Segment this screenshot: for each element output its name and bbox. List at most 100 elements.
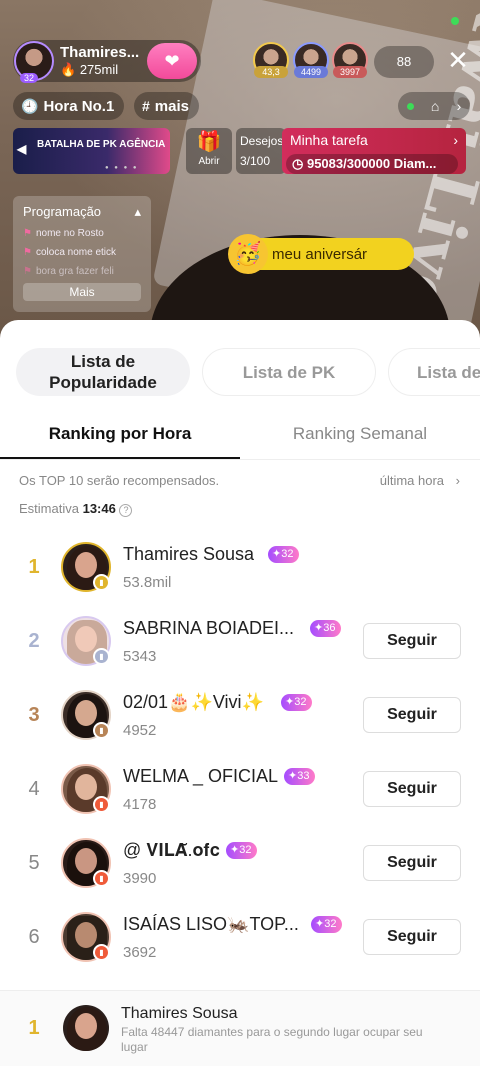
task-progress: 95083/300000 Diam... <box>306 156 437 171</box>
top-viewer-1-level: 43,3 <box>254 66 288 78</box>
score: 3692 <box>123 944 157 961</box>
rank-medal-icon: ▮ <box>93 574 110 591</box>
follow-button[interactable]: Seguir <box>363 771 461 807</box>
chevron-right-icon: › <box>455 473 460 488</box>
program-panel[interactable]: Programação ▴ ⚑ nome no Rosto ⚑ coloca nom… <box>13 196 151 312</box>
username: Thamires Sousa <box>123 544 255 564</box>
birthday-text: meu aniversár <box>272 245 368 263</box>
level-badge: ✦32 <box>268 546 300 563</box>
tab-divider <box>0 459 480 460</box>
follow-button[interactable]: Seguir <box>363 845 461 881</box>
wish-label: Desejos <box>240 134 284 148</box>
host-level-badge: 32 <box>20 73 39 83</box>
score: 3990 <box>123 870 157 887</box>
follow-button[interactable]: Seguir <box>363 623 461 659</box>
rank-number: 5 <box>28 852 40 874</box>
chevron-left-icon: ◀ <box>17 142 27 156</box>
wish-box[interactable]: Desejos 3/100 <box>236 128 286 174</box>
follow-button[interactable]: Seguir <box>363 697 461 733</box>
tab-pk-list[interactable]: Lista de PK <box>202 348 376 396</box>
level-badge: ✦32 <box>311 916 343 933</box>
rank-number: 2 <box>28 630 40 652</box>
live-dot-icon <box>406 102 414 110</box>
pk-banner-text: BATALHA DE PK AGÊNCIA <box>37 139 166 150</box>
clock-icon: 🕘 <box>21 97 39 114</box>
home-icon: ⌂ <box>430 98 440 114</box>
hashtag-icon: # <box>142 98 150 114</box>
username: 02/01🎂✨Vivi✨ <box>123 692 264 712</box>
ranking-row[interactable]: 4 ▮ WELMA _ OFICIAL ✦33 4178 Seguir <box>0 764 480 838</box>
gift-icon: 🎁 <box>196 131 222 153</box>
level-badge: ✦36 <box>310 620 342 637</box>
rank-medal-icon: ▮ <box>93 722 110 739</box>
online-indicator-icon <box>451 17 459 25</box>
ranking-row[interactable]: 3 ▮ 02/01🎂✨Vivi✨ ✦32 4952 Seguir <box>0 690 480 764</box>
gift-label: Abrir <box>198 156 220 167</box>
tab-other-list[interactable]: Lista de <box>388 348 480 396</box>
program-title: Programação <box>23 204 102 219</box>
my-avatar[interactable] <box>63 1005 109 1051</box>
host-name: Thamires... <box>60 44 140 61</box>
chevron-right-icon: › <box>456 98 462 114</box>
tab-weekly-ranking[interactable]: Ranking Semanal <box>240 420 480 458</box>
chevron-right-icon: › <box>453 132 458 148</box>
rank-number: 3 <box>28 704 40 726</box>
host-avatar[interactable]: 32 <box>14 41 54 83</box>
score: 53.8mil <box>123 574 172 591</box>
follow-host-button[interactable]: ❤ <box>147 43 197 79</box>
my-username: Thamires Sousa <box>121 1005 238 1022</box>
follow-button[interactable]: Seguir <box>363 919 461 955</box>
gift-box[interactable]: 🎁 Abrir <box>186 128 232 174</box>
rank-number: 6 <box>28 926 40 948</box>
score: 4952 <box>123 722 157 739</box>
program-item: ⚑ coloca nome etick <box>23 247 117 258</box>
caret-up-icon[interactable]: ▴ <box>134 204 141 220</box>
carousel-dots: ● ● ● ● <box>105 165 139 171</box>
rank-medal-icon: ▮ <box>93 944 110 961</box>
birthday-banner[interactable]: 🥳 meu aniversár <box>228 234 414 274</box>
username: SABRINA BOIADEI... <box>123 618 295 638</box>
tab-hourly-ranking[interactable]: Ranking por Hora <box>0 420 240 458</box>
viewer-count[interactable]: 88 <box>374 46 434 78</box>
hour-rank-chip[interactable]: 🕘 Hora No.1 <box>13 92 125 120</box>
flame-icon: 🔥 <box>60 62 77 77</box>
ranking-row[interactable]: 6 ▮ ISAÍAS LISO🦗TOP... ✦32 3692 Seguir <box>0 912 480 986</box>
program-item: ⚑ nome no Rosto <box>23 228 104 239</box>
host-fans: 🔥 275mil <box>60 62 119 77</box>
username: @ 𝐕𝐈𝐋𝐀̆.𝐨𝐟𝐜 <box>123 840 220 860</box>
flag-icon: ⚑ <box>23 247 32 258</box>
tab-popularity-list[interactable]: Lista de Popularidade <box>16 348 190 396</box>
wish-progress: 3/100 <box>240 154 271 168</box>
more-chip[interactable]: # mais <box>134 92 199 120</box>
rank-number: 4 <box>28 778 40 800</box>
estimate-time: Estimativa 13:46 ? <box>19 501 133 517</box>
program-more-button[interactable]: Mais <box>23 283 141 301</box>
level-badge: ✦32 <box>281 694 313 711</box>
level-badge: ✦33 <box>284 768 316 785</box>
my-rank-number: 1 <box>28 1017 40 1039</box>
score: 4178 <box>123 796 157 813</box>
username: ISAÍAS LISO🦗TOP... <box>123 914 299 934</box>
ranking-row[interactable]: 5 ▮ @ 𝐕𝐈𝐋𝐀̆.𝐨𝐟𝐜 ✦32 3990 Seguir <box>0 838 480 912</box>
ranking-row[interactable]: 1 ▮ Thamires Sousa ✦32 53.8mil <box>0 542 480 616</box>
help-icon[interactable]: ? <box>119 504 133 517</box>
close-icon[interactable]: ✕ <box>444 46 472 74</box>
ranking-row[interactable]: 2 ▮ SABRINA BOIADEI... ✦36 5343 Seguir <box>0 616 480 690</box>
ranking-sheet: Lista de Popularidade Lista de PK Lista … <box>0 320 480 1066</box>
pk-agency-banner[interactable]: ◀ BATALHA DE PK AGÊNCIA ● ● ● ● <box>13 128 170 174</box>
username: WELMA _ OFICIAL <box>123 766 279 786</box>
rank-number: 1 <box>28 556 40 578</box>
score: 5343 <box>123 648 157 665</box>
task-box[interactable]: Minha tarefa › ◷ 95083/300000 Diam... <box>282 128 466 174</box>
flag-icon: ⚑ <box>23 266 32 277</box>
my-ranking-bar: 1 Thamires Sousa Falta 48447 diamantes p… <box>0 990 480 1066</box>
level-badge: ✦32 <box>226 842 258 859</box>
heart-icon: ❤ <box>164 50 180 71</box>
last-hour-link[interactable]: última hora › <box>380 473 460 488</box>
room-home-chip[interactable]: ⌂ › <box>398 92 470 120</box>
party-emoji-icon: 🥳 <box>228 234 268 274</box>
reward-notice: Os TOP 10 serão recompensados. <box>19 473 220 488</box>
rank-medal-icon: ▮ <box>93 870 110 887</box>
flag-icon: ⚑ <box>23 228 32 239</box>
active-tab-indicator <box>0 457 240 459</box>
